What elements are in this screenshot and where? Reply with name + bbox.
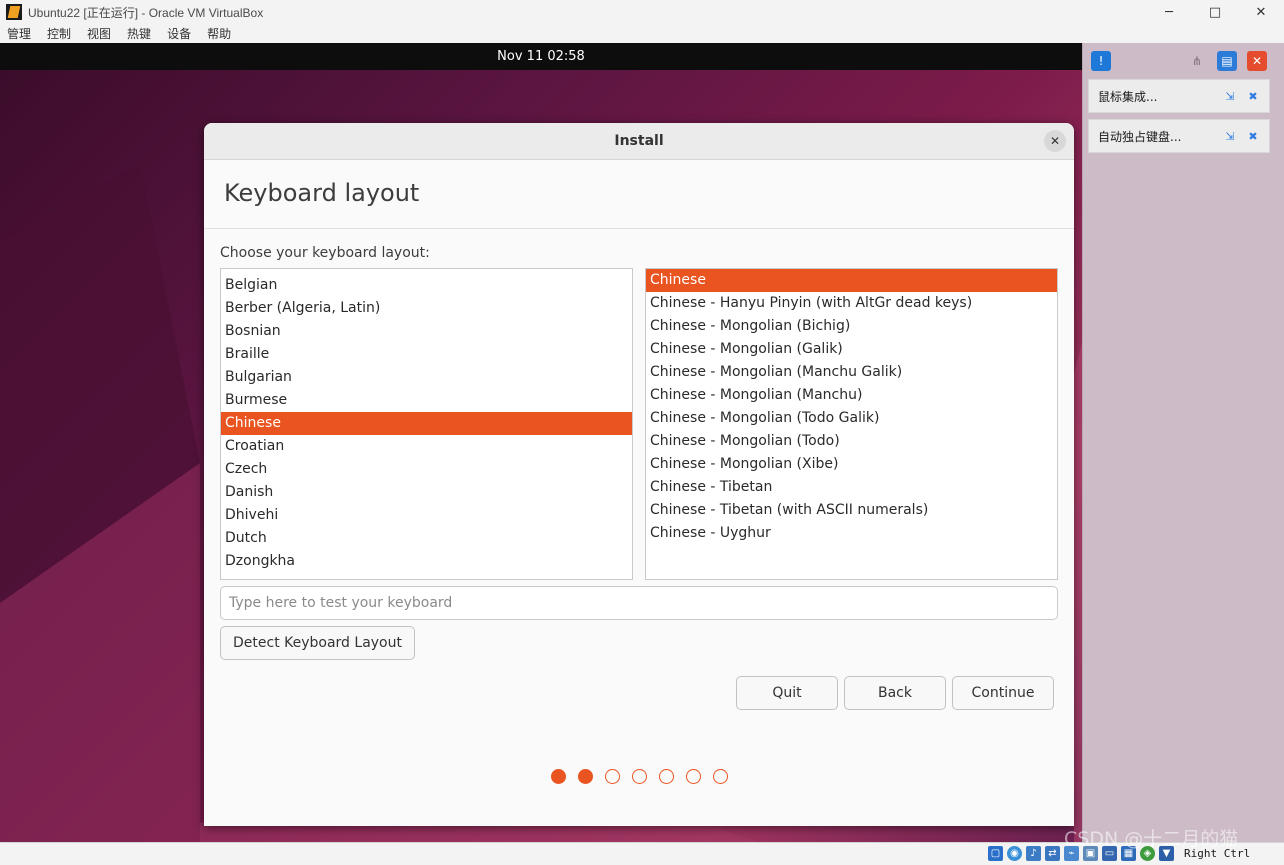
page-title: Keyboard layout xyxy=(224,179,420,207)
list-item[interactable]: Czech xyxy=(221,458,632,481)
list-item[interactable]: Chinese - Uyghur xyxy=(646,522,1057,545)
list-item[interactable]: Chinese - Tibetan (with ASCII numerals) xyxy=(646,499,1057,522)
notification-keyboard-capture[interactable]: 自动独占键盘... ⇲ ✖ xyxy=(1088,119,1270,153)
list-item[interactable]: Belgian xyxy=(221,274,632,297)
list-item[interactable]: Bosnian xyxy=(221,320,632,343)
harddisk-icon[interactable]: ▢ xyxy=(988,846,1003,861)
menu-view[interactable]: 视图 xyxy=(87,25,111,42)
list-item[interactable]: Chinese - Mongolian (Galik) xyxy=(646,338,1057,361)
host-titlebar: Ubuntu22 [正在运行] - Oracle VM VirtualBox ─… xyxy=(0,0,1284,24)
list-item[interactable]: Croatian xyxy=(221,435,632,458)
audio-icon[interactable]: ♪ xyxy=(1026,846,1041,861)
host-menubar: 管理 控制 视图 热键 设备 帮助 xyxy=(0,24,1284,43)
clock[interactable]: Nov 11 02:58 xyxy=(497,49,585,64)
step-dot xyxy=(631,769,647,784)
step-dot xyxy=(604,769,620,784)
list-item[interactable]: Chinese - Mongolian (Manchu Galik) xyxy=(646,361,1057,384)
menu-control[interactable]: 控制 xyxy=(47,25,71,42)
step-dot xyxy=(685,769,701,784)
menu-hotkey[interactable]: 热键 xyxy=(127,25,151,42)
dialog-close-icon[interactable]: ✕ xyxy=(1044,130,1066,152)
virtualbox-icon xyxy=(6,4,22,20)
menu-help[interactable]: 帮助 xyxy=(207,25,231,42)
vm-screen[interactable]: Nov 11 02:58 Install ✕ Keyboard layout C… xyxy=(0,43,1082,842)
list-item[interactable]: Dzongkha xyxy=(221,550,632,573)
back-button[interactable]: Back xyxy=(844,676,946,710)
optical-drive-icon[interactable]: ◉ xyxy=(1007,846,1022,861)
list-item[interactable]: Dhivehi xyxy=(221,504,632,527)
continue-button[interactable]: Continue xyxy=(952,676,1054,710)
window-controls: ─ □ ✕ xyxy=(1146,0,1284,24)
step-dot-completed xyxy=(550,769,566,784)
divider xyxy=(204,228,1074,229)
info-icon[interactable]: ! xyxy=(1091,51,1111,71)
list-item[interactable]: Danish xyxy=(221,481,632,504)
close-icon[interactable]: ✕ xyxy=(1238,0,1284,24)
close-icon[interactable]: ✖ xyxy=(1246,129,1260,143)
dismiss-all-icon[interactable]: ✕ xyxy=(1247,51,1267,71)
list-item[interactable]: Chinese - Mongolian (Bichig) xyxy=(646,315,1057,338)
list-item[interactable]: Dutch xyxy=(221,527,632,550)
notification-text: 自动独占键盘... xyxy=(1098,129,1182,144)
pin-icon[interactable]: ⇲ xyxy=(1223,89,1237,103)
notification-mouse-integration[interactable]: 鼠标集成... ⇲ ✖ xyxy=(1088,79,1270,113)
list-item-selected[interactable]: Chinese xyxy=(646,269,1057,292)
network-icon[interactable]: ⋔ xyxy=(1187,51,1207,71)
minimize-icon[interactable]: ─ xyxy=(1146,0,1192,24)
dialog-header: Install ✕ xyxy=(204,123,1074,160)
pin-icon[interactable]: ⇲ xyxy=(1223,129,1237,143)
variant-list[interactable]: Chinese Chinese - Hanyu Pinyin (with Alt… xyxy=(645,268,1058,580)
list-item-selected[interactable]: Chinese xyxy=(221,412,632,435)
step-indicator xyxy=(204,769,1074,784)
list-item[interactable]: Chinese - Hanyu Pinyin (with AltGr dead … xyxy=(646,292,1057,315)
maximize-icon[interactable]: □ xyxy=(1192,0,1238,24)
panel-toolbar: ! ⋔ ▤ ✕ xyxy=(1083,43,1284,78)
step-dot-completed xyxy=(577,769,593,784)
list-item[interactable]: Bulgarian xyxy=(221,366,632,389)
step-dot xyxy=(658,769,674,784)
layout-list[interactable]: Belgian Berber (Algeria, Latin) Bosnian … xyxy=(220,268,633,580)
list-item[interactable]: Chinese - Mongolian (Manchu) xyxy=(646,384,1057,407)
list-item[interactable]: Burmese xyxy=(221,389,632,412)
list-item[interactable]: Chinese - Mongolian (Xibe) xyxy=(646,453,1057,476)
close-icon[interactable]: ✖ xyxy=(1246,89,1260,103)
install-dialog: Install ✕ Keyboard layout Choose your ke… xyxy=(204,123,1074,826)
detect-layout-button[interactable]: Detect Keyboard Layout xyxy=(220,626,415,660)
vbox-notification-panel: ! ⋔ ▤ ✕ 鼠标集成... ⇲ ✖ 自动独占键盘... ⇲ ✖ xyxy=(1082,43,1284,842)
list-item[interactable]: Berber (Algeria, Latin) xyxy=(221,297,632,320)
dialog-title: Install xyxy=(614,133,664,149)
list-item[interactable]: Chinese - Mongolian (Todo Galik) xyxy=(646,407,1057,430)
list-item[interactable]: Braille xyxy=(221,343,632,366)
menu-devices[interactable]: 设备 xyxy=(167,25,191,42)
menu-manage[interactable]: 管理 xyxy=(7,25,31,42)
gnome-topbar: Nov 11 02:58 xyxy=(0,43,1082,70)
list-item[interactable]: Chinese - Mongolian (Todo) xyxy=(646,430,1057,453)
window-title: Ubuntu22 [正在运行] - Oracle VM VirtualBox xyxy=(28,5,264,20)
quit-button[interactable]: Quit xyxy=(736,676,838,710)
notification-text: 鼠标集成... xyxy=(1098,89,1158,104)
choose-layout-label: Choose your keyboard layout: xyxy=(220,245,430,261)
network-status-icon[interactable]: ⇄ xyxy=(1045,846,1060,861)
watermark: CSDN @十二月的猫 xyxy=(1064,828,1239,850)
guest-additions-icon[interactable]: ▤ xyxy=(1217,51,1237,71)
step-dot xyxy=(712,769,728,784)
list-item[interactable]: Chinese - Tibetan xyxy=(646,476,1057,499)
keyboard-test-input[interactable] xyxy=(220,586,1058,620)
